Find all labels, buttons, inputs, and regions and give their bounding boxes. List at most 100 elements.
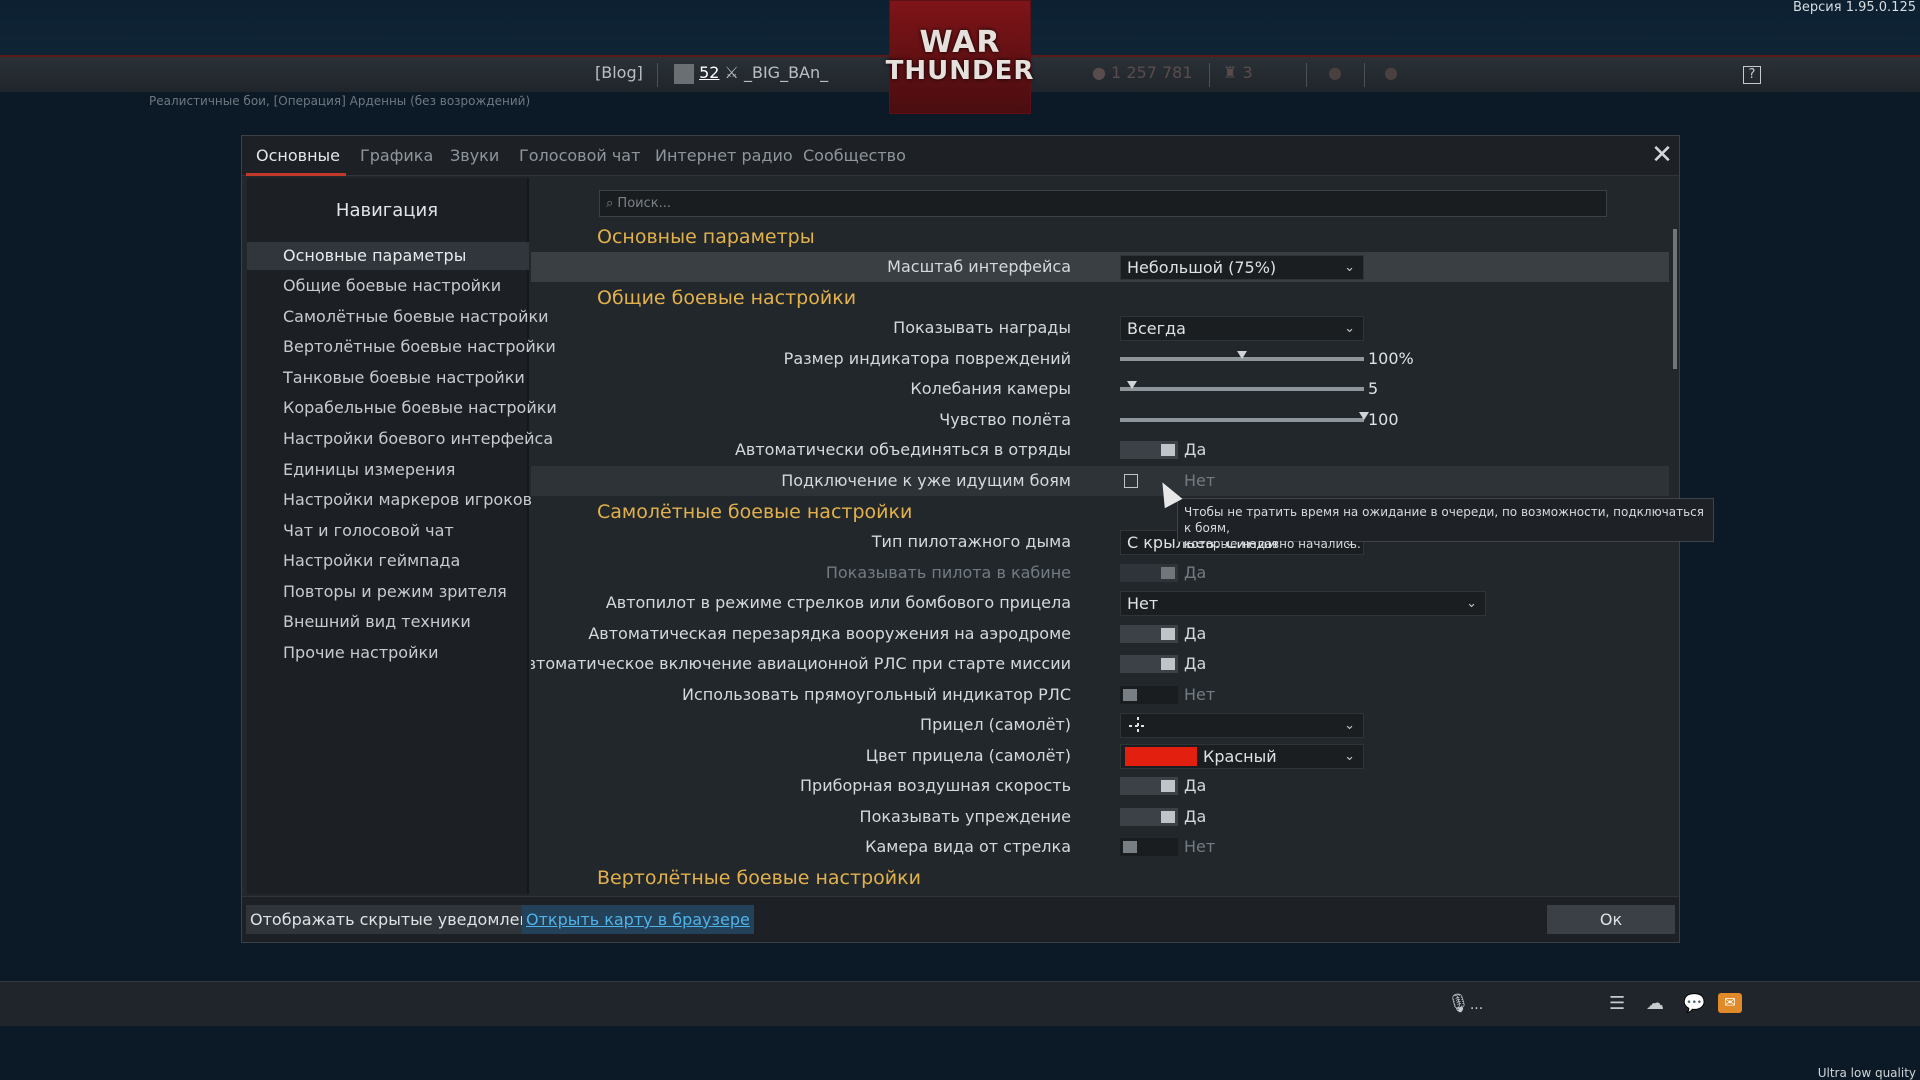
toggle-knob bbox=[1161, 811, 1175, 823]
active-tab-indicator bbox=[246, 173, 346, 176]
color-swatch bbox=[1125, 747, 1197, 766]
join-battles-checkbox[interactable] bbox=[1124, 474, 1138, 488]
crosshair-icon bbox=[1129, 717, 1147, 735]
flight-feel-slider[interactable] bbox=[1120, 412, 1369, 422]
toggle-value: Да bbox=[1184, 624, 1207, 643]
toggle-value: Нет bbox=[1184, 837, 1216, 856]
setting-lead: Показывать упреждение Да bbox=[531, 802, 1669, 832]
mission-label: Реалистичные бои, [Операция] Арденны (бе… bbox=[149, 94, 531, 108]
toggle-knob bbox=[1123, 689, 1137, 701]
checkbox-value: Нет bbox=[1184, 471, 1216, 490]
help-button[interactable]: ? bbox=[1743, 66, 1761, 84]
slider-value: 5 bbox=[1368, 379, 1379, 398]
rect-radar-toggle[interactable] bbox=[1120, 686, 1178, 704]
nav-item-replays[interactable]: Повторы и режим зрителя bbox=[247, 578, 529, 606]
slider-handle[interactable] bbox=[1127, 381, 1138, 389]
topbar-divider bbox=[657, 63, 658, 87]
nav-item-chat[interactable]: Чат и голосовой чат bbox=[247, 517, 529, 545]
crosshair-dropdown[interactable]: ⌄ bbox=[1120, 713, 1364, 738]
auto-radar-toggle[interactable] bbox=[1120, 655, 1178, 673]
nav-item-general-combat[interactable]: Общие боевые настройки bbox=[247, 272, 529, 300]
topbar-divider bbox=[1364, 63, 1365, 87]
microphone-icon[interactable]: 🎙... bbox=[1447, 993, 1483, 1014]
autopilot-dropdown[interactable]: Нет ⌄ bbox=[1120, 591, 1486, 616]
nav-item-units[interactable]: Единицы измерения bbox=[247, 456, 529, 484]
tab-voice-chat[interactable]: Голосовой чат bbox=[519, 146, 640, 165]
profile-button[interactable]: 52 ⚔ _BIG_BAn_ bbox=[674, 63, 828, 84]
setting-show-pilot: Показывать пилота в кабине Да bbox=[531, 558, 1669, 588]
nav-item-combat-ui[interactable]: Настройки боевого интерфейса bbox=[247, 425, 553, 453]
nav-item-main-params[interactable]: Основные параметры bbox=[247, 242, 529, 270]
list-icon[interactable]: ☰ bbox=[1609, 993, 1625, 1014]
toggle-value: Да bbox=[1184, 776, 1207, 795]
close-icon[interactable]: ✕ bbox=[1650, 142, 1674, 168]
nav-item-air-combat[interactable]: Самолётные боевые настройки bbox=[247, 303, 549, 331]
event-icon[interactable]: ● bbox=[1384, 63, 1398, 82]
tab-sounds[interactable]: Звуки bbox=[450, 146, 499, 165]
tab-internet-radio[interactable]: Интернет радио bbox=[655, 146, 793, 165]
topbar-divider bbox=[1306, 63, 1307, 87]
tab-main[interactable]: Основные bbox=[256, 146, 340, 165]
nav-item-gamepad[interactable]: Настройки геймпада bbox=[247, 547, 529, 575]
dropdown-value: Нет bbox=[1127, 594, 1159, 613]
search-input[interactable]: ⌕ Поиск... bbox=[599, 190, 1607, 217]
setting-flight-feel: Чувство полёта 100 bbox=[531, 405, 1669, 435]
setting-gunner-cam: Камера вида от стрелка Нет bbox=[531, 832, 1669, 862]
nav-item-player-markers[interactable]: Настройки маркеров игроков bbox=[247, 486, 532, 514]
slider-value: 100% bbox=[1368, 349, 1414, 368]
camera-shake-slider[interactable] bbox=[1120, 381, 1364, 391]
setting-camera-shake: Колебания камеры 5 bbox=[531, 374, 1669, 404]
mic-status: ... bbox=[1469, 997, 1484, 1013]
section-heli-combat: Вертолётные боевые настройки bbox=[597, 867, 921, 889]
squadron-counter[interactable]: ♜ 3 bbox=[1223, 63, 1253, 82]
setting-label: Автоматическое включение авиационной РЛС… bbox=[531, 654, 1071, 673]
auto-squad-toggle[interactable] bbox=[1120, 441, 1178, 459]
damage-indicator-slider[interactable] bbox=[1120, 351, 1364, 361]
open-map-link[interactable]: Открыть карту в браузере bbox=[522, 905, 754, 934]
setting-auto-squad: Автоматически объединяться в отряды Да bbox=[531, 435, 1669, 465]
show-hidden-notifications-button[interactable]: Отображать скрытые уведомления bbox=[246, 905, 554, 934]
toggle-knob bbox=[1161, 628, 1175, 640]
chat-icon[interactable]: 💬 bbox=[1683, 993, 1705, 1014]
setting-auto-reload: Автоматическая перезарядка вооружения на… bbox=[531, 619, 1669, 649]
setting-label: Размер индикатора повреждений bbox=[783, 349, 1071, 368]
tab-community[interactable]: Сообщество bbox=[803, 146, 906, 165]
nav-item-other[interactable]: Прочие настройки bbox=[247, 639, 529, 667]
setting-label: Чувство полёта bbox=[939, 410, 1071, 429]
show-pilot-toggle bbox=[1120, 564, 1178, 582]
ok-button[interactable]: Ок bbox=[1547, 905, 1675, 934]
show-awards-dropdown[interactable]: Всегда ⌄ bbox=[1120, 316, 1364, 341]
crosshair-color-dropdown[interactable]: Красный ⌄ bbox=[1120, 744, 1364, 769]
setting-label: Использовать прямоугольный индикатор РЛС bbox=[681, 685, 1071, 704]
setting-damage-indicator: Размер индикатора повреждений 100% bbox=[531, 344, 1669, 374]
nav-item-heli-combat[interactable]: Вертолётные боевые настройки bbox=[247, 333, 556, 361]
tooltip-line: которые недавно начались. bbox=[1184, 537, 1361, 551]
ui-scale-dropdown[interactable]: Небольшой (75%) ⌄ bbox=[1120, 255, 1364, 280]
tab-graphics[interactable]: Графика bbox=[360, 146, 433, 165]
silver-counter[interactable]: ● 1 257 781 bbox=[1092, 63, 1193, 82]
quality-label: Ultra low quality bbox=[1817, 1066, 1916, 1080]
setting-label: Прицел (самолёт) bbox=[920, 715, 1071, 734]
nav-item-vehicle-appearance[interactable]: Внешний вид техники bbox=[247, 608, 529, 636]
nav-item-tank-combat[interactable]: Танковые боевые настройки bbox=[247, 364, 529, 392]
dropdown-value: Красный bbox=[1203, 747, 1277, 766]
gunner-cam-toggle[interactable] bbox=[1120, 838, 1178, 856]
auto-reload-toggle[interactable] bbox=[1120, 625, 1178, 643]
mail-icon[interactable]: ✉ bbox=[1718, 993, 1742, 1013]
chevron-down-icon: ⌄ bbox=[1466, 596, 1477, 611]
location-icon[interactable]: ● bbox=[1328, 63, 1342, 82]
slider-handle[interactable] bbox=[1237, 351, 1247, 359]
bottom-bar: 🎙... ☰ ☁ 💬 ✉ bbox=[0, 981, 1920, 1026]
ias-toggle[interactable] bbox=[1120, 777, 1178, 795]
chevron-down-icon: ⌄ bbox=[1344, 321, 1355, 336]
lead-toggle[interactable] bbox=[1120, 808, 1178, 826]
contacts-icon[interactable]: ☁ bbox=[1646, 993, 1664, 1014]
scrollbar[interactable] bbox=[1673, 229, 1677, 369]
war-thunder-logo[interactable]: WAR THUNDER bbox=[886, 0, 1033, 114]
dropdown-value: Небольшой (75%) bbox=[1127, 258, 1277, 277]
blog-link[interactable]: [Blog] bbox=[595, 63, 643, 82]
setting-label: Показывать пилота в кабине bbox=[825, 563, 1071, 582]
dialog-footer: Отображать скрытые уведомления Открыть к… bbox=[242, 896, 1679, 942]
nav-item-ship-combat[interactable]: Корабельные боевые настройки bbox=[247, 394, 557, 422]
logo-text-thunder: THUNDER bbox=[885, 56, 1035, 86]
